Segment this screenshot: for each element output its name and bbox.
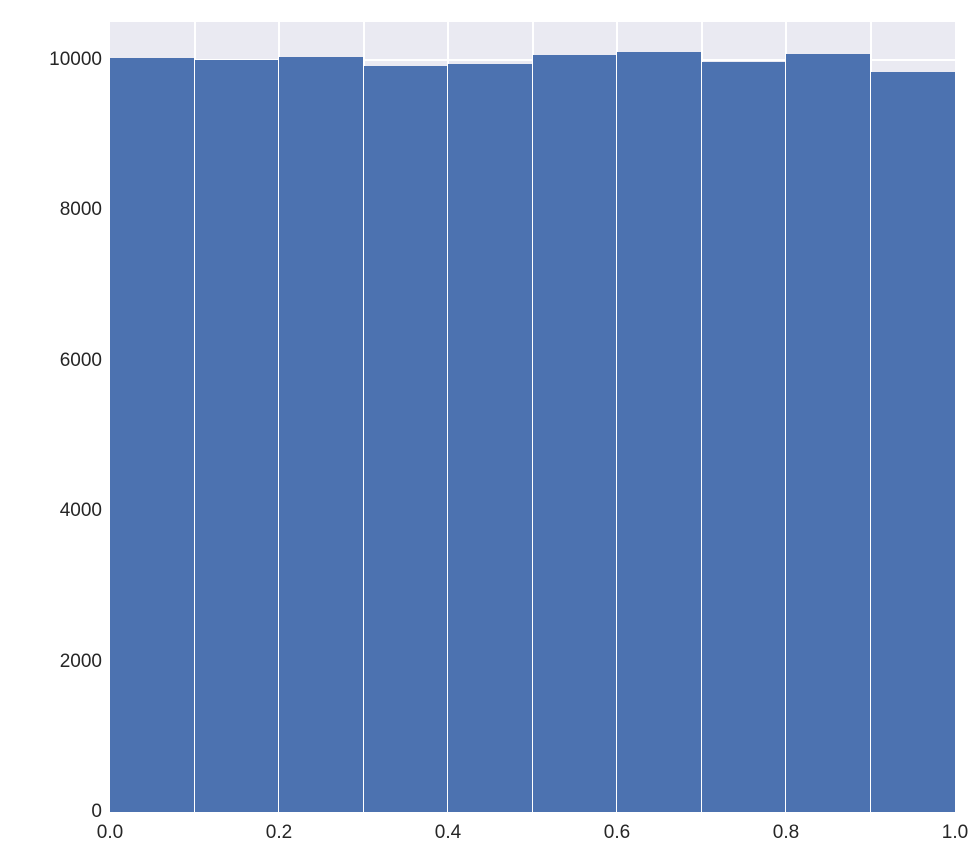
x-tick-label: 0.4 — [435, 822, 461, 844]
histogram-bar — [110, 58, 195, 812]
y-tick-label: 8000 — [60, 199, 102, 221]
histogram-bar — [617, 52, 702, 812]
histogram-bar — [702, 62, 787, 812]
y-tick-label: 2000 — [60, 651, 102, 673]
y-tick-label: 10000 — [49, 49, 102, 71]
chart-plot-area — [110, 22, 955, 812]
histogram-bar — [364, 66, 449, 812]
x-tick-label: 0.8 — [773, 822, 799, 844]
histogram-bar — [279, 57, 364, 812]
x-tick-label: 0.2 — [266, 822, 292, 844]
histogram-bar — [533, 55, 618, 812]
y-tick-label: 4000 — [60, 500, 102, 522]
y-tick-label: 6000 — [60, 350, 102, 372]
x-tick-label: 0.0 — [97, 822, 123, 844]
histogram-bar — [871, 72, 956, 812]
y-tick-label: 0 — [91, 801, 102, 823]
histogram-bar — [786, 54, 871, 812]
x-tick-label: 1.0 — [942, 822, 968, 844]
histogram-bar — [448, 64, 533, 812]
histogram-bar — [195, 60, 280, 812]
x-tick-label: 0.6 — [604, 822, 630, 844]
